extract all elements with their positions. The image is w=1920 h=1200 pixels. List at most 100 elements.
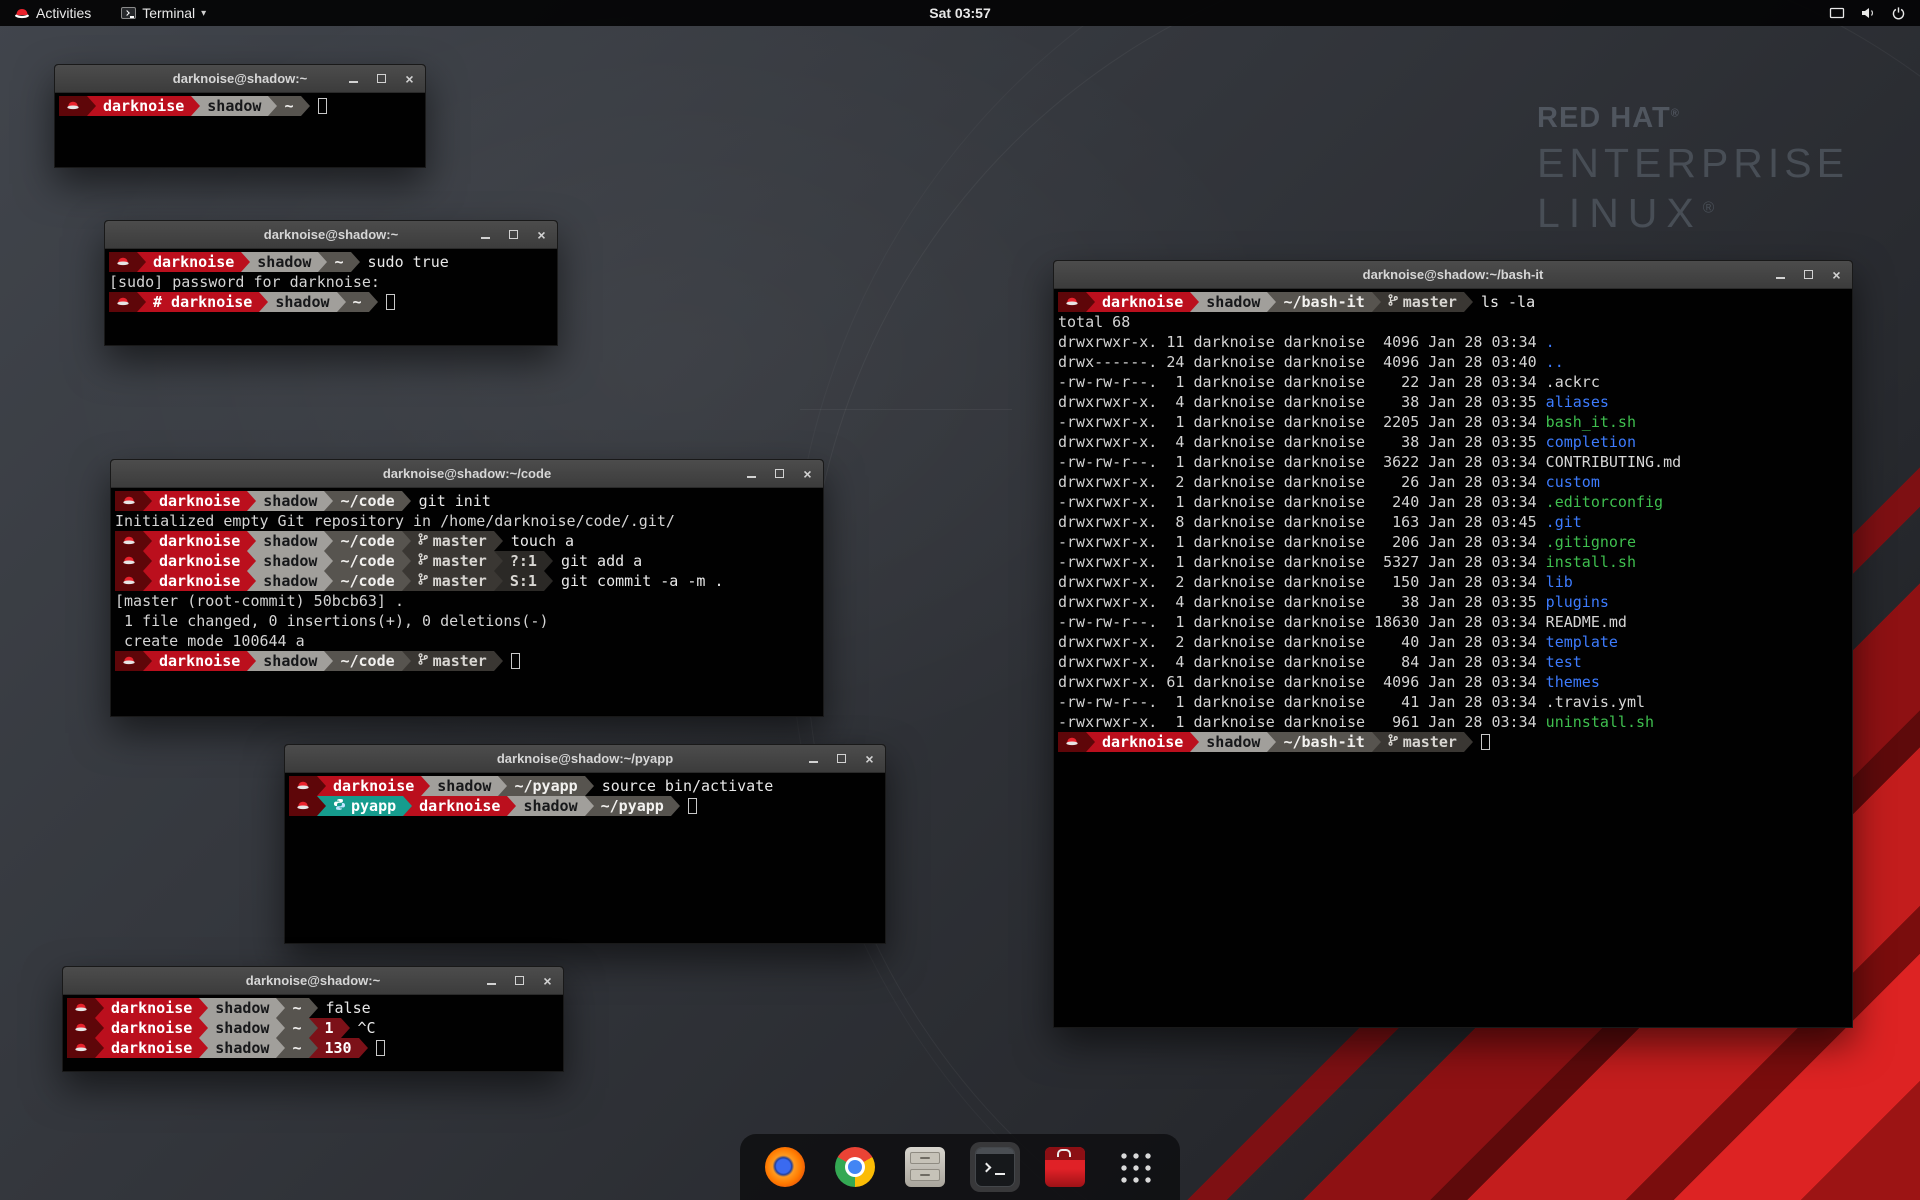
minimize-button[interactable] (346, 71, 361, 86)
dock-item-files[interactable] (900, 1142, 950, 1192)
terminal-output: drwxrwxr-x. 2 darknoise darknoise 150 Ja… (1058, 573, 1546, 591)
activities-button[interactable]: Activities (10, 0, 95, 26)
maximize-button[interactable] (772, 466, 787, 481)
prompt-segment-host: shadow (256, 651, 324, 671)
prompt-segment-user: darknoise (152, 651, 247, 671)
minimize-button[interactable] (744, 466, 759, 481)
close-button[interactable]: × (862, 751, 877, 766)
terminal-window[interactable]: darknoise@shadow:~/pyapp×darknoiseshadow… (284, 744, 886, 944)
terminal-cursor (318, 98, 327, 114)
file-name: .ackrc (1546, 373, 1600, 391)
dock-item-toolbox[interactable] (1040, 1142, 1090, 1192)
redhat-icon (1065, 733, 1079, 751)
dock-item-chrome[interactable] (830, 1142, 880, 1192)
redhat-icon (116, 293, 130, 311)
maximize-button[interactable] (512, 973, 527, 988)
terminal-cursor (386, 294, 395, 310)
close-button[interactable]: × (800, 466, 815, 481)
volume-icon[interactable] (1860, 5, 1876, 21)
prompt-segment-user: darknoise (1095, 292, 1190, 312)
terminal-content[interactable]: darknoiseshadow~/pyappsource bin/activat… (285, 773, 885, 819)
prompt-segment-user: darknoise (1095, 732, 1190, 752)
redhat-icon (122, 492, 136, 510)
powerline-separator (494, 531, 503, 551)
app-indicator-terminal[interactable]: Terminal ▾ (117, 0, 210, 26)
display-icon[interactable] (1829, 6, 1845, 20)
close-button[interactable]: × (540, 973, 555, 988)
window-title: darknoise@shadow:~ (246, 973, 380, 988)
prompt-segment-branch: master (1381, 292, 1464, 312)
branding-enterprise: ENTERPRISE (1537, 140, 1849, 187)
prompt-segment-path: ~/pyapp (594, 796, 671, 816)
window-titlebar[interactable]: darknoise@shadow:~× (105, 221, 557, 249)
minimize-button[interactable] (484, 973, 499, 988)
powerline-separator (585, 796, 594, 816)
git-branch-icon (418, 532, 428, 550)
redhat-icon (122, 572, 136, 590)
prompt-segment-hat (115, 551, 143, 571)
window-titlebar[interactable]: darknoise@shadow:~/pyapp× (285, 745, 885, 773)
powerline-separator (318, 252, 327, 272)
terminal-window[interactable]: darknoise@shadow:~ × darknoiseshadow~false… (62, 966, 564, 1072)
redhat-icon (74, 999, 88, 1017)
terminal-line: pyappdarknoiseshadow~/pyapp (289, 796, 881, 816)
maximize-button[interactable] (374, 71, 389, 86)
file-name: aliases (1546, 393, 1609, 411)
dock-item-terminal[interactable] (970, 1142, 1020, 1192)
prompt-segment-user: darknoise (152, 531, 247, 551)
prompt-segment-hat (67, 1038, 95, 1058)
powerline-separator (143, 531, 152, 551)
minimize-button[interactable] (478, 227, 493, 242)
terminal-content[interactable]: darknoiseshadow~sudo true[sudo] password… (105, 249, 557, 315)
window-titlebar[interactable]: darknoise@shadow:~/bash-it× (1054, 261, 1852, 289)
terminal-window[interactable]: darknoise@shadow:~ × darknoiseshadow~ (54, 64, 426, 168)
dock-item-firefox[interactable] (760, 1142, 810, 1192)
file-name: template (1546, 633, 1618, 651)
prompt-segment-branch: master (1381, 732, 1464, 752)
maximize-button[interactable] (834, 751, 849, 766)
terminal-content[interactable]: darknoiseshadow~falsedarknoiseshadow~1^C… (63, 995, 563, 1061)
powerline-separator (324, 531, 333, 551)
powerline-separator (494, 551, 503, 571)
terminal-window[interactable]: darknoise@shadow:~/code×darknoiseshadow~… (110, 459, 824, 717)
prompt-segment-user: darknoise (104, 1018, 199, 1038)
terminal-line: -rw-rw-r--. 1 darknoise darknoise 18630 … (1058, 612, 1848, 632)
terminal-content[interactable]: darknoiseshadow~/codegit initInitialized… (111, 488, 823, 674)
window-titlebar[interactable]: darknoise@shadow:~/code× (111, 460, 823, 488)
git-branch-icon (1388, 293, 1398, 311)
maximize-button[interactable] (506, 227, 521, 242)
terminal-app-icon (121, 7, 136, 19)
terminal-window[interactable]: darknoise@shadow:~×darknoiseshadow~sudo … (104, 220, 558, 346)
close-button[interactable]: × (402, 71, 417, 86)
powerline-separator (95, 1018, 104, 1038)
prompt-segment-hat (109, 252, 137, 272)
minimize-button[interactable] (806, 751, 821, 766)
window-titlebar[interactable]: darknoise@shadow:~ × (63, 967, 563, 995)
prompt-segment-user: darknoise (146, 252, 241, 272)
terminal-output: drwxrwxr-x. 4 darknoise darknoise 38 Jan… (1058, 393, 1546, 411)
terminal-line: total 68 (1058, 312, 1848, 332)
powerline-separator (1464, 292, 1473, 312)
prompt-segment-host: shadow (256, 551, 324, 571)
clock[interactable]: Sat 03:57 (929, 5, 990, 21)
wallpaper-line (800, 409, 1012, 410)
file-name: .travis.yml (1546, 693, 1645, 711)
dock-item-apps[interactable] (1110, 1142, 1160, 1192)
close-button[interactable]: × (1829, 267, 1844, 282)
terminal-line: drwxrwxr-x. 4 darknoise darknoise 38 Jan… (1058, 432, 1848, 452)
minimize-button[interactable] (1773, 267, 1788, 282)
terminal-content[interactable]: darknoiseshadow~/bash-itmasterls -latota… (1054, 289, 1852, 755)
window-titlebar[interactable]: darknoise@shadow:~ × (55, 65, 425, 93)
powerline-separator (143, 491, 152, 511)
file-name: lib (1546, 573, 1573, 591)
maximize-button[interactable] (1801, 267, 1816, 282)
power-icon[interactable] (1891, 6, 1906, 21)
prompt-segment-host: shadow (250, 252, 318, 272)
powerline-separator (507, 796, 516, 816)
close-button[interactable]: × (534, 227, 549, 242)
powerline-separator (341, 1018, 350, 1038)
terminal-content[interactable]: darknoiseshadow~ (55, 93, 425, 119)
terminal-window[interactable]: darknoise@shadow:~/bash-it×darknoiseshad… (1053, 260, 1853, 1028)
window-title: darknoise@shadow:~ (173, 71, 307, 86)
powerline-separator (402, 551, 411, 571)
